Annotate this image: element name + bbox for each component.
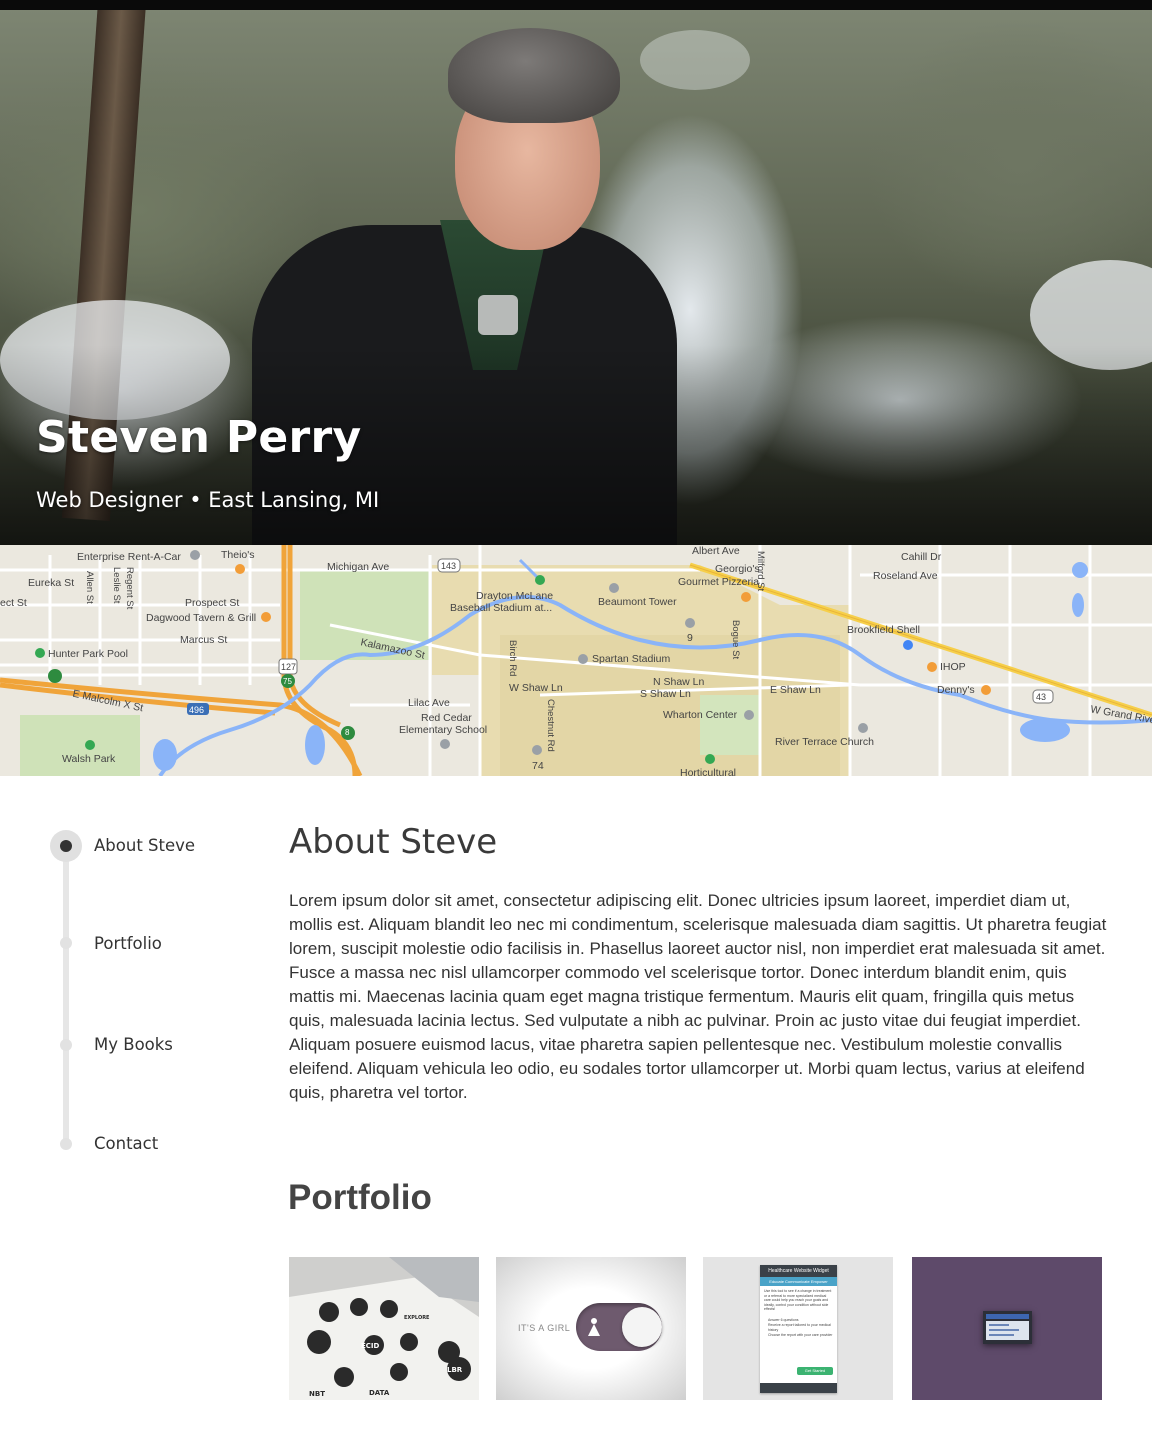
about-body: Lorem ipsum dolor sit amet, consectetur … — [289, 891, 1107, 1102]
sketch-image: NBT LBR ECID DATA EXPLORE — [289, 1257, 479, 1400]
map-label: Leslie St — [111, 567, 122, 604]
nav-active-dot — [60, 840, 72, 852]
portfolio-title: Portfolio — [288, 1178, 432, 1217]
map-label: 43 — [1036, 692, 1047, 702]
svg-text:NBT: NBT — [309, 1390, 325, 1398]
map-label: Gourmet Pizzeria — [678, 576, 760, 588]
map-label: River Terrace Church — [775, 736, 875, 748]
svg-text:ECID: ECID — [361, 1342, 380, 1350]
svg-text:LBR: LBR — [447, 1366, 463, 1374]
map-label: Spartan Stadium — [592, 653, 671, 665]
map-label: Baseball Stadium at... — [450, 602, 553, 614]
location-map[interactable]: Enterprise Rent-A-Car Theio's Michigan A… — [0, 545, 1152, 776]
map-label: Roseland Ave — [873, 570, 938, 582]
map-label: N Shaw Ln — [653, 676, 705, 688]
person-cap — [448, 28, 620, 123]
map-label: Horticultural — [680, 767, 737, 776]
toggle-switch — [576, 1303, 662, 1351]
widget-bullet: Receive a report tailored to your medica… — [768, 1323, 831, 1332]
svg-text:EXPLORE: EXPLORE — [404, 1315, 430, 1321]
map-label: 75 — [283, 677, 292, 686]
site-screenshot — [983, 1311, 1032, 1344]
map-label: Eureka St — [28, 577, 75, 589]
map-label: IHOP — [940, 661, 966, 673]
nav-item-portfolio[interactable]: Portfolio — [94, 934, 162, 953]
widget-card: Healthcare Website Widget Educate Commun… — [760, 1265, 837, 1393]
map-label: Milford St — [755, 551, 766, 592]
map-label: Bogue St — [730, 620, 741, 660]
hero-subtitle: Web Designer • East Lansing, MI — [36, 488, 380, 512]
widget-body: Use this tool to see if a change in trea… — [764, 1289, 832, 1311]
widget-footer — [760, 1383, 837, 1393]
map-label: Enterprise Rent-A-Car — [77, 551, 181, 563]
map-label: Marcus St — [180, 634, 228, 646]
map-label: ect St — [0, 597, 27, 609]
female-icon — [588, 1318, 600, 1336]
map-label: Albert Ave — [692, 545, 740, 557]
map-label: W Shaw Ln — [509, 682, 563, 694]
map-label: Allen St — [84, 571, 95, 604]
map-label: Hunter Park Pool — [48, 648, 128, 660]
map-label: 74 — [532, 760, 544, 772]
top-bar — [0, 0, 1152, 10]
nav-active-indicator — [50, 830, 82, 862]
map-label: Beaumont Tower — [598, 596, 677, 608]
snow-patch — [640, 30, 750, 90]
nav-item-books[interactable]: My Books — [94, 1035, 173, 1054]
map-label: Walsh Park — [62, 753, 116, 765]
widget-bullet: Choose the report with your care provide… — [768, 1333, 833, 1337]
portfolio-thumb-widget[interactable]: Healthcare Website Widget Educate Commun… — [703, 1257, 893, 1400]
map-label: Red Cedar — [421, 712, 472, 724]
widget-tabs: Educate Communicate Empower — [760, 1277, 837, 1286]
section-nav: About Steve Portfolio My Books Contact — [50, 830, 250, 1170]
map-label: Wharton Center — [663, 709, 738, 721]
map-label: Michigan Ave — [327, 561, 390, 573]
portfolio-thumb-toggle[interactable]: IT'S A GIRL — [496, 1257, 686, 1400]
widget-start-button: Get Started — [797, 1367, 833, 1375]
map-label: S Shaw Ln — [640, 688, 691, 700]
about-title: About Steve — [289, 822, 498, 862]
map-label: Prospect St — [185, 597, 240, 609]
map-label: Elementary School — [399, 724, 488, 736]
nav-dot[interactable] — [60, 937, 72, 949]
map-label: Regent St — [124, 567, 135, 610]
map-label: Chestnut Rd — [545, 699, 556, 752]
map-label: Lilac Ave — [408, 697, 450, 709]
nav-item-about[interactable]: About Steve — [94, 836, 195, 855]
map-graphic — [0, 545, 1152, 776]
map-label: Denny's — [937, 684, 975, 696]
map-label: 9 — [687, 632, 693, 644]
map-label: E Shaw Ln — [770, 684, 821, 696]
hero-banner: Steven Perry Web Designer • East Lansing… — [0, 10, 1152, 545]
nav-dot[interactable] — [60, 1138, 72, 1150]
svg-text:DATA: DATA — [369, 1389, 390, 1397]
map-label: 143 — [441, 561, 457, 571]
nav-item-contact[interactable]: Contact — [94, 1134, 158, 1153]
map-label: Theio's — [221, 549, 255, 561]
portfolio-thumb-sketches[interactable]: NBT LBR ECID DATA EXPLORE — [289, 1257, 479, 1400]
map-label: Birch Rd — [507, 640, 518, 677]
nav-track — [63, 844, 69, 1146]
map-label: 496 — [189, 705, 205, 715]
map-label: Cahill Dr — [901, 551, 942, 563]
map-label: 127 — [281, 662, 297, 672]
nav-dot[interactable] — [60, 1039, 72, 1051]
map-label: Brookfield Shell — [847, 624, 920, 636]
toggle-knob — [622, 1307, 662, 1347]
portfolio-thumb-site[interactable] — [912, 1257, 1102, 1400]
map-label: Drayton McLane — [476, 590, 554, 602]
map-label: Dagwood Tavern & Grill — [146, 612, 257, 624]
person-shirt — [478, 295, 518, 335]
hero-name: Steven Perry — [36, 412, 362, 463]
toggle-caption: IT'S A GIRL — [518, 1323, 571, 1333]
map-label: 8 — [345, 728, 350, 737]
widget-header: Healthcare Website Widget — [760, 1265, 837, 1277]
map-label: Georgio's — [715, 563, 760, 575]
